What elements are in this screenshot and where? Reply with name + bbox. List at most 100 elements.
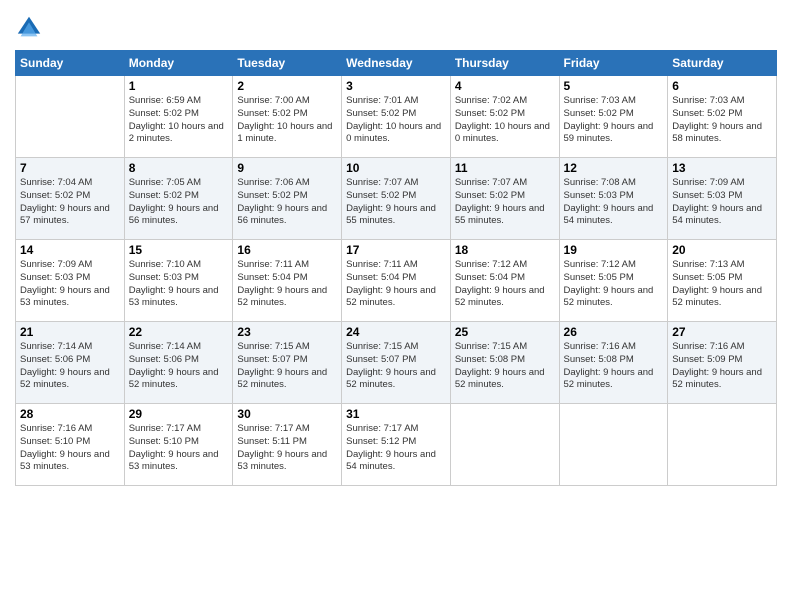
day-info: Sunrise: 7:09 AM Sunset: 5:03 PM Dayligh…: [672, 177, 772, 228]
day-number: 22: [129, 325, 229, 339]
day-info: Sunrise: 7:08 AM Sunset: 5:03 PM Dayligh…: [564, 177, 664, 228]
day-info: Sunrise: 7:16 AM Sunset: 5:10 PM Dayligh…: [20, 423, 120, 474]
calendar-cell: 1 Sunrise: 6:59 AM Sunset: 5:02 PM Daylig…: [124, 76, 233, 158]
day-info: Sunrise: 7:10 AM Sunset: 5:03 PM Dayligh…: [129, 259, 229, 310]
day-number: 17: [346, 243, 446, 257]
calendar-cell: 21 Sunrise: 7:14 AM Sunset: 5:06 PM Dayli…: [16, 322, 125, 404]
calendar-cell: 9 Sunrise: 7:06 AM Sunset: 5:02 PM Daylig…: [233, 158, 342, 240]
day-info: Sunrise: 7:17 AM Sunset: 5:12 PM Dayligh…: [346, 423, 446, 474]
day-info: Sunrise: 7:14 AM Sunset: 5:06 PM Dayligh…: [20, 341, 120, 392]
calendar-week-row: 14Sunrise: 7:09 AM Sunset: 5:03 PM Dayli…: [16, 240, 777, 322]
day-info: Sunrise: 7:15 AM Sunset: 5:07 PM Dayligh…: [346, 341, 446, 392]
day-number: 23: [237, 325, 337, 339]
day-info: Sunrise: 7:04 AM Sunset: 5:02 PM Dayligh…: [20, 177, 120, 228]
calendar-cell: 26 Sunrise: 7:16 AM Sunset: 5:08 PM Dayli…: [559, 322, 668, 404]
day-number: 2: [237, 79, 337, 93]
day-info: Sunrise: 7:05 AM Sunset: 5:02 PM Dayligh…: [129, 177, 229, 228]
calendar-cell: 6Sunrise: 7:03 AM Sunset: 5:02 PM Daylig…: [668, 76, 777, 158]
day-number: 18: [455, 243, 555, 257]
calendar-cell: 11Sunrise: 7:07 AM Sunset: 5:02 PM Dayli…: [450, 158, 559, 240]
day-info: Sunrise: 7:03 AM Sunset: 5:02 PM Dayligh…: [564, 95, 664, 146]
day-number: 21: [20, 325, 120, 339]
day-number: 20: [672, 243, 772, 257]
day-info: Sunrise: 7:15 AM Sunset: 5:07 PM Dayligh…: [237, 341, 337, 392]
day-info: Sunrise: 7:16 AM Sunset: 5:08 PM Dayligh…: [564, 341, 664, 392]
calendar-cell: 3Sunrise: 7:01 AM Sunset: 5:02 PM Daylig…: [342, 76, 451, 158]
day-number: 11: [455, 161, 555, 175]
day-info: Sunrise: 7:12 AM Sunset: 5:05 PM Dayligh…: [564, 259, 664, 310]
logo: [15, 14, 47, 42]
day-number: 4: [455, 79, 555, 93]
calendar-cell: 16 Sunrise: 7:11 AM Sunset: 5:04 PM Dayli…: [233, 240, 342, 322]
generalblue-icon: [15, 14, 43, 42]
calendar-cell: 27Sunrise: 7:16 AM Sunset: 5:09 PM Dayli…: [668, 322, 777, 404]
page: SundayMondayTuesdayWednesdayThursdayFrid…: [0, 0, 792, 612]
day-info: Sunrise: 7:02 AM Sunset: 5:02 PM Dayligh…: [455, 95, 555, 146]
day-info: Sunrise: 7:11 AM Sunset: 5:04 PM Dayligh…: [237, 259, 337, 310]
weekday-header: Sunday: [16, 51, 125, 76]
calendar-cell: [559, 404, 668, 486]
day-number: 7: [20, 161, 120, 175]
day-info: Sunrise: 7:07 AM Sunset: 5:02 PM Dayligh…: [346, 177, 446, 228]
calendar-cell: [16, 76, 125, 158]
weekday-header: Tuesday: [233, 51, 342, 76]
day-info: Sunrise: 7:09 AM Sunset: 5:03 PM Dayligh…: [20, 259, 120, 310]
day-info: Sunrise: 7:11 AM Sunset: 5:04 PM Dayligh…: [346, 259, 446, 310]
day-number: 1: [129, 79, 229, 93]
calendar-cell: 31Sunrise: 7:17 AM Sunset: 5:12 PM Dayli…: [342, 404, 451, 486]
day-info: Sunrise: 6:59 AM Sunset: 5:02 PM Dayligh…: [129, 95, 229, 146]
calendar-cell: [668, 404, 777, 486]
day-info: Sunrise: 7:14 AM Sunset: 5:06 PM Dayligh…: [129, 341, 229, 392]
calendar-table: SundayMondayTuesdayWednesdayThursdayFrid…: [15, 50, 777, 486]
day-number: 29: [129, 407, 229, 421]
calendar-cell: 5 Sunrise: 7:03 AM Sunset: 5:02 PM Daylig…: [559, 76, 668, 158]
calendar-cell: [450, 404, 559, 486]
calendar-cell: 14Sunrise: 7:09 AM Sunset: 5:03 PM Dayli…: [16, 240, 125, 322]
calendar-cell: 29 Sunrise: 7:17 AM Sunset: 5:10 PM Dayli…: [124, 404, 233, 486]
calendar-cell: 17 Sunrise: 7:11 AM Sunset: 5:04 PM Dayli…: [342, 240, 451, 322]
calendar-cell: 2Sunrise: 7:00 AM Sunset: 5:02 PM Daylig…: [233, 76, 342, 158]
day-number: 12: [564, 161, 664, 175]
header: [15, 10, 777, 42]
day-number: 9: [237, 161, 337, 175]
day-number: 28: [20, 407, 120, 421]
day-number: 10: [346, 161, 446, 175]
weekday-header: Saturday: [668, 51, 777, 76]
calendar-cell: 15 Sunrise: 7:10 AM Sunset: 5:03 PM Dayli…: [124, 240, 233, 322]
calendar-cell: 4 Sunrise: 7:02 AM Sunset: 5:02 PM Daylig…: [450, 76, 559, 158]
weekday-header: Friday: [559, 51, 668, 76]
day-number: 15: [129, 243, 229, 257]
calendar-cell: 8 Sunrise: 7:05 AM Sunset: 5:02 PM Daylig…: [124, 158, 233, 240]
day-info: Sunrise: 7:16 AM Sunset: 5:09 PM Dayligh…: [672, 341, 772, 392]
day-info: Sunrise: 7:06 AM Sunset: 5:02 PM Dayligh…: [237, 177, 337, 228]
calendar-cell: 10 Sunrise: 7:07 AM Sunset: 5:02 PM Dayli…: [342, 158, 451, 240]
day-info: Sunrise: 7:15 AM Sunset: 5:08 PM Dayligh…: [455, 341, 555, 392]
day-info: Sunrise: 7:17 AM Sunset: 5:10 PM Dayligh…: [129, 423, 229, 474]
weekday-header: Thursday: [450, 51, 559, 76]
calendar-cell: 25 Sunrise: 7:15 AM Sunset: 5:08 PM Dayli…: [450, 322, 559, 404]
day-info: Sunrise: 7:13 AM Sunset: 5:05 PM Dayligh…: [672, 259, 772, 310]
day-number: 5: [564, 79, 664, 93]
calendar-cell: 19 Sunrise: 7:12 AM Sunset: 5:05 PM Dayli…: [559, 240, 668, 322]
day-info: Sunrise: 7:17 AM Sunset: 5:11 PM Dayligh…: [237, 423, 337, 474]
weekday-header: Wednesday: [342, 51, 451, 76]
day-number: 26: [564, 325, 664, 339]
day-number: 8: [129, 161, 229, 175]
calendar-cell: 18Sunrise: 7:12 AM Sunset: 5:04 PM Dayli…: [450, 240, 559, 322]
calendar-week-row: 7 Sunrise: 7:04 AM Sunset: 5:02 PM Daylig…: [16, 158, 777, 240]
calendar-cell: 12 Sunrise: 7:08 AM Sunset: 5:03 PM Dayli…: [559, 158, 668, 240]
calendar-cell: 7 Sunrise: 7:04 AM Sunset: 5:02 PM Daylig…: [16, 158, 125, 240]
day-number: 30: [237, 407, 337, 421]
day-number: 6: [672, 79, 772, 93]
day-number: 13: [672, 161, 772, 175]
calendar-cell: 13 Sunrise: 7:09 AM Sunset: 5:03 PM Dayli…: [668, 158, 777, 240]
day-number: 16: [237, 243, 337, 257]
calendar-cell: 20 Sunrise: 7:13 AM Sunset: 5:05 PM Dayli…: [668, 240, 777, 322]
calendar-week-row: 21 Sunrise: 7:14 AM Sunset: 5:06 PM Dayli…: [16, 322, 777, 404]
calendar-header-row: SundayMondayTuesdayWednesdayThursdayFrid…: [16, 51, 777, 76]
calendar-week-row: 28 Sunrise: 7:16 AM Sunset: 5:10 PM Dayli…: [16, 404, 777, 486]
day-number: 19: [564, 243, 664, 257]
calendar-cell: 24Sunrise: 7:15 AM Sunset: 5:07 PM Dayli…: [342, 322, 451, 404]
day-number: 25: [455, 325, 555, 339]
calendar-cell: 30 Sunrise: 7:17 AM Sunset: 5:11 PM Dayli…: [233, 404, 342, 486]
